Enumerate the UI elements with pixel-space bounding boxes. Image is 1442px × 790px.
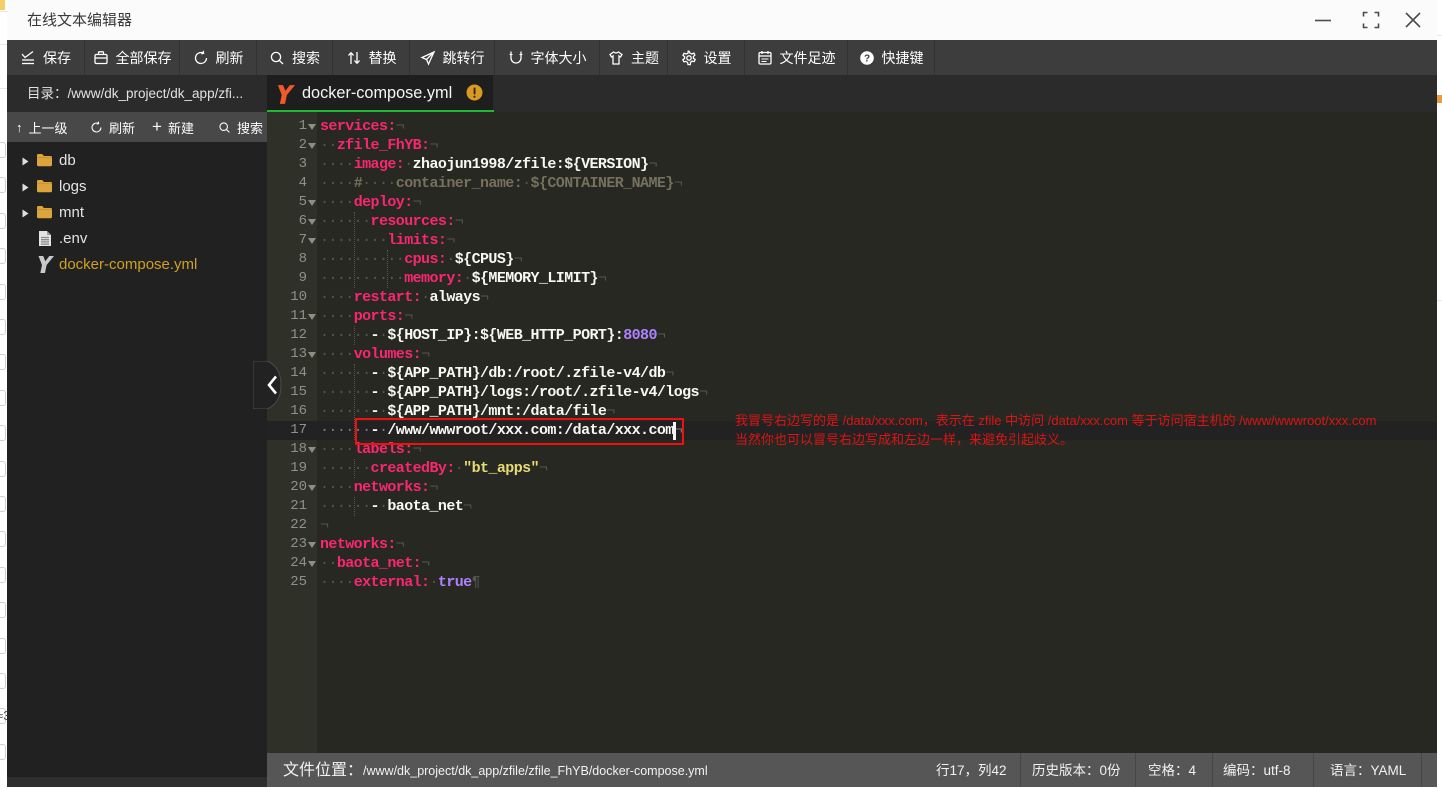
svg-text:?: ? xyxy=(863,53,869,64)
